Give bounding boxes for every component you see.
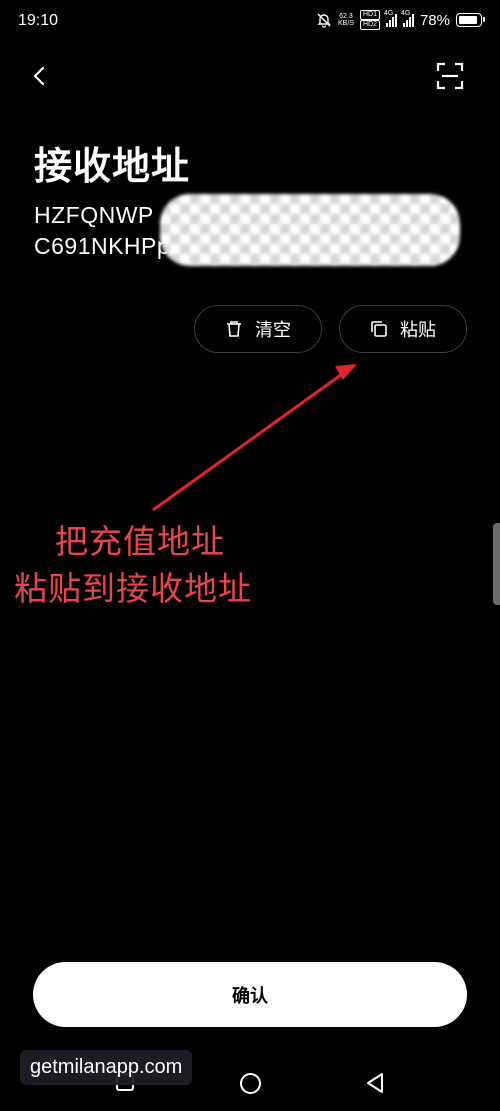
confirm-button[interactable]: 确认 [33, 962, 467, 1027]
scan-icon [436, 62, 464, 90]
trash-icon [227, 321, 241, 337]
annotation-line-2: 粘贴到接收地址 [14, 569, 252, 608]
chevron-left-icon [33, 66, 45, 86]
signal-sim1-icon: 4G [384, 10, 397, 27]
battery-icon [456, 13, 485, 27]
annotation-line-1: 把充值地址 [55, 522, 225, 561]
status-bar: 19:10 62.3 KB/S HD1 HD2 4G 4G 78% [0, 0, 500, 44]
battery-percent: 78% [419, 11, 450, 29]
copy-icon [371, 321, 387, 337]
scan-button[interactable] [436, 62, 464, 90]
status-time: 19:10 [18, 12, 59, 29]
bell-off-icon [317, 13, 331, 28]
hd-badges: HD1 HD2 [359, 10, 380, 30]
redacted-area [160, 194, 460, 266]
nav-back-icon[interactable] [365, 1072, 385, 1098]
back-button[interactable] [24, 60, 56, 92]
clear-button[interactable]: 清空 [194, 305, 322, 353]
paste-button[interactable]: 粘贴 [339, 305, 467, 353]
home-icon[interactable] [240, 1073, 261, 1094]
page-title: 接收地址 [34, 144, 191, 188]
hd2-badge: HD2 [359, 20, 380, 30]
clear-label: 清空 [255, 320, 291, 341]
net-speed: 62.3 KB/S [338, 13, 354, 27]
side-handle[interactable] [493, 523, 500, 605]
hd1-badge: HD1 [359, 10, 380, 20]
watermark: getmilanapp.com [20, 1050, 193, 1085]
signal-sim2-icon: 4G [401, 10, 414, 27]
status-icons: 62.3 KB/S HD1 HD2 4G 4G 78% [316, 10, 485, 30]
confirm-label: 确认 [232, 985, 268, 1007]
paste-label: 粘贴 [400, 320, 436, 341]
